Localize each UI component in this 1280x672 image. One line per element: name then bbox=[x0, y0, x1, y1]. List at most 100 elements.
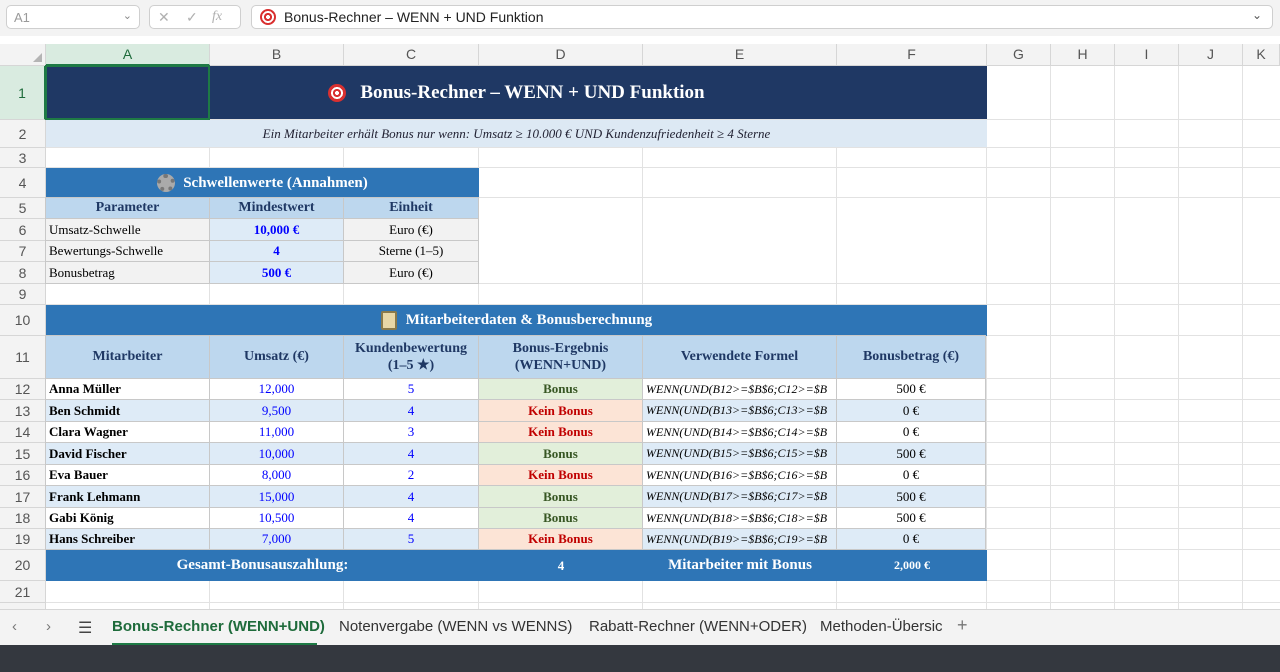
employee-name[interactable]: Eva Bauer bbox=[45, 464, 210, 486]
threshold-col-einheit[interactable]: Einheit bbox=[343, 197, 479, 219]
employee-umsatz[interactable]: 11,000 bbox=[209, 421, 344, 443]
employee-rating[interactable]: 4 bbox=[343, 507, 479, 529]
employee-rating[interactable]: 4 bbox=[343, 399, 479, 422]
employee-bonus[interactable]: 0 € bbox=[836, 528, 986, 550]
row-header-11[interactable]: 11 bbox=[0, 336, 46, 379]
column-header-k[interactable]: K bbox=[1243, 44, 1280, 66]
row-header-21[interactable]: 21 bbox=[0, 581, 46, 603]
total-label[interactable]: Gesamt-Bonusauszahlung: bbox=[46, 550, 479, 581]
employee-name[interactable]: Ben Schmidt bbox=[45, 399, 210, 422]
employee-name[interactable]: Frank Lehmann bbox=[45, 485, 210, 508]
employee-rating[interactable]: 3 bbox=[343, 421, 479, 443]
tab-rabatt-rechner[interactable]: Rabatt-Rechner (WENN+ODER) bbox=[589, 618, 807, 635]
employee-bonus[interactable]: 0 € bbox=[836, 421, 986, 443]
employee-formula[interactable]: WENN(UND(B13>=$B$6;C13>=$B bbox=[642, 399, 837, 422]
employee-name[interactable]: Gabi König bbox=[45, 507, 210, 529]
threshold-value[interactable]: 500 € bbox=[209, 261, 344, 284]
threshold-param[interactable]: Bewertungs-Schwelle bbox=[45, 240, 210, 262]
sheet-subtitle[interactable]: Ein Mitarbeiter erhält Bonus nur wenn: U… bbox=[46, 120, 987, 147]
employee-bonus[interactable]: 0 € bbox=[836, 464, 986, 486]
tab-bonus-rechner[interactable]: Bonus-Rechner (WENN+UND) bbox=[112, 618, 325, 635]
spreadsheet-grid[interactable]: A B C D E F G H I J K 1 2 3 4 5 6 7 8 9 … bbox=[0, 44, 1280, 609]
employee-result[interactable]: Kein Bonus bbox=[478, 464, 643, 486]
employee-bonus[interactable]: 500 € bbox=[836, 485, 986, 508]
expand-chevron-icon[interactable]: ⌄ bbox=[1252, 8, 1262, 22]
emp-col-mitarbeiter[interactable]: Mitarbeiter bbox=[45, 335, 210, 379]
employee-name[interactable]: Clara Wagner bbox=[45, 421, 210, 443]
column-header-j[interactable]: J bbox=[1179, 44, 1243, 66]
threshold-value[interactable]: 4 bbox=[209, 240, 344, 262]
row-header-15[interactable]: 15 bbox=[0, 443, 46, 465]
employee-formula[interactable]: WENN(UND(B16>=$B$6;C16>=$B bbox=[642, 464, 837, 486]
row-header-3[interactable]: 3 bbox=[0, 148, 46, 168]
employee-umsatz[interactable]: 7,000 bbox=[209, 528, 344, 550]
emp-col-formel[interactable]: Verwendete Formel bbox=[642, 335, 837, 379]
total-count-label[interactable]: Mitarbeiter mit Bonus bbox=[643, 550, 837, 581]
emp-col-bonus-ergebnis[interactable]: Bonus-Ergebnis (WENN+UND) bbox=[478, 335, 643, 379]
employee-bonus[interactable]: 500 € bbox=[836, 442, 986, 465]
chevron-down-icon[interactable]: ⌄ bbox=[123, 9, 132, 22]
emp-col-bonusbetrag[interactable]: Bonusbetrag (€) bbox=[836, 335, 986, 379]
employee-umsatz[interactable]: 10,500 bbox=[209, 507, 344, 529]
column-header-e[interactable]: E bbox=[643, 44, 837, 66]
scroll-left-icon[interactable]: ‹ bbox=[12, 618, 17, 635]
employee-result[interactable]: Bonus bbox=[478, 442, 643, 465]
threshold-col-parameter[interactable]: Parameter bbox=[45, 197, 210, 219]
confirm-icon[interactable]: ✓ bbox=[186, 9, 198, 26]
total-sum[interactable]: 2,000 € bbox=[837, 550, 987, 581]
employee-formula[interactable]: WENN(UND(B18>=$B$6;C18>=$B bbox=[642, 507, 837, 529]
emp-col-umsatz[interactable]: Umsatz (€) bbox=[209, 335, 344, 379]
employee-formula[interactable]: WENN(UND(B12>=$B$6;C12>=$B bbox=[642, 378, 837, 400]
column-header-h[interactable]: H bbox=[1051, 44, 1115, 66]
row-header-13[interactable]: 13 bbox=[0, 400, 46, 422]
threshold-col-mindestwert[interactable]: Mindestwert bbox=[209, 197, 344, 219]
row-header-16[interactable]: 16 bbox=[0, 465, 46, 486]
row-header-10[interactable]: 10 bbox=[0, 305, 46, 336]
employee-umsatz[interactable]: 15,000 bbox=[209, 485, 344, 508]
scroll-right-icon[interactable]: › bbox=[46, 618, 51, 635]
employee-rating[interactable]: 5 bbox=[343, 528, 479, 550]
employee-rating[interactable]: 4 bbox=[343, 442, 479, 465]
row-header-17[interactable]: 17 bbox=[0, 486, 46, 508]
column-header-g[interactable]: G bbox=[987, 44, 1051, 66]
employee-formula[interactable]: WENN(UND(B17>=$B$6;C17>=$B bbox=[642, 485, 837, 508]
active-cell-a1[interactable] bbox=[45, 65, 210, 120]
row-header-18[interactable]: 18 bbox=[0, 508, 46, 529]
employee-bonus[interactable]: 500 € bbox=[836, 507, 986, 529]
select-all-corner[interactable] bbox=[0, 44, 46, 66]
employee-formula[interactable]: WENN(UND(B14>=$B$6;C14>=$B bbox=[642, 421, 837, 443]
column-header-a[interactable]: A bbox=[46, 44, 210, 66]
threshold-param[interactable]: Umsatz-Schwelle bbox=[45, 218, 210, 241]
row-header-2[interactable]: 2 bbox=[0, 120, 46, 148]
threshold-value[interactable]: 10,000 € bbox=[209, 218, 344, 241]
row-header-6[interactable]: 6 bbox=[0, 219, 46, 241]
employee-result[interactable]: Bonus bbox=[478, 485, 643, 508]
row-header-4[interactable]: 4 bbox=[0, 168, 46, 198]
employee-umsatz[interactable]: 8,000 bbox=[209, 464, 344, 486]
employee-result[interactable]: Bonus bbox=[478, 378, 643, 400]
tab-notenvergabe[interactable]: Notenvergabe (WENN vs WENNS) bbox=[339, 618, 572, 635]
column-header-i[interactable]: I bbox=[1115, 44, 1179, 66]
row-header-8[interactable]: 8 bbox=[0, 262, 46, 284]
emp-col-kundenbewertung[interactable]: Kundenbewertung (1–5 ★) bbox=[343, 335, 479, 379]
column-header-d[interactable]: D bbox=[479, 44, 643, 66]
row-header-1[interactable]: 1 bbox=[0, 66, 46, 120]
column-header-f[interactable]: F bbox=[837, 44, 987, 66]
tab-methoden-uebersicht[interactable]: Methoden-Übersic bbox=[820, 618, 945, 635]
threshold-param[interactable]: Bonusbetrag bbox=[45, 261, 210, 284]
employee-umsatz[interactable]: 9,500 bbox=[209, 399, 344, 422]
employee-result[interactable]: Kein Bonus bbox=[478, 528, 643, 550]
add-sheet-button[interactable]: + bbox=[957, 615, 968, 636]
name-box[interactable]: A1 ⌄ bbox=[6, 5, 140, 29]
employee-rating[interactable]: 2 bbox=[343, 464, 479, 486]
column-header-c[interactable]: C bbox=[344, 44, 479, 66]
employee-bonus[interactable]: 500 € bbox=[836, 378, 986, 400]
employees-header[interactable]: Mitarbeiterdaten & Bonusberechnung bbox=[46, 305, 987, 336]
employee-rating[interactable]: 4 bbox=[343, 485, 479, 508]
employee-formula[interactable]: WENN(UND(B15>=$B$6;C15>=$B bbox=[642, 442, 837, 465]
row-header-19[interactable]: 19 bbox=[0, 529, 46, 550]
employee-result[interactable]: Bonus bbox=[478, 507, 643, 529]
threshold-unit[interactable]: Sterne (1–5) bbox=[343, 240, 479, 262]
threshold-unit[interactable]: Euro (€) bbox=[343, 218, 479, 241]
row-header-20[interactable]: 20 bbox=[0, 550, 46, 581]
